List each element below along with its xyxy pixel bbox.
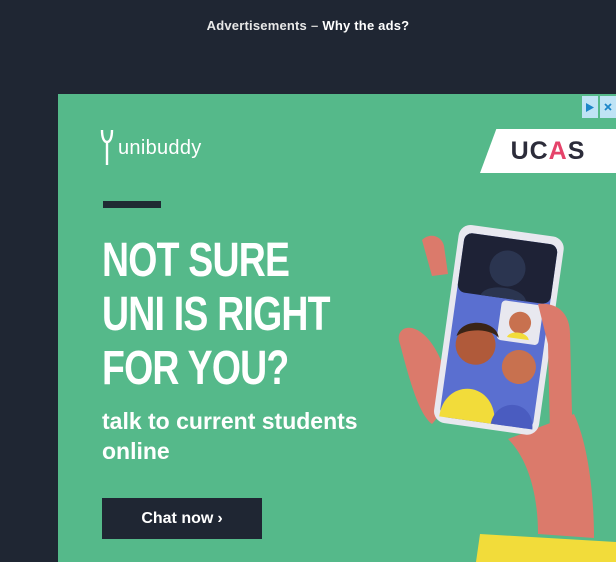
hand-holding-phone-illustration bbox=[398, 225, 616, 562]
why-the-ads-link[interactable]: Why the ads? bbox=[322, 18, 409, 33]
tuning-fork-icon bbox=[100, 129, 114, 165]
chevron-right-icon: › bbox=[217, 509, 223, 527]
separator: – bbox=[310, 18, 319, 33]
headline-line-3: FOR YOU? bbox=[102, 342, 289, 395]
finger-shape bbox=[422, 235, 448, 276]
play-triangle-icon[interactable] bbox=[582, 96, 598, 118]
headline: NOT SURE UNI IS RIGHT FOR YOU? bbox=[102, 234, 336, 396]
headline-line-2: UNI IS RIGHT bbox=[102, 288, 331, 341]
ad-banner[interactable]: unibuddy UC A S NOT SURE UNI IS RIGHT FOR … bbox=[58, 94, 616, 562]
ucas-logo: UC A S bbox=[480, 129, 616, 173]
brand-name: unibuddy bbox=[118, 136, 202, 159]
ucas-text-accent: A bbox=[548, 136, 568, 165]
close-x-icon[interactable] bbox=[600, 96, 616, 118]
ad-page: Advertisements – Why the ads? unibuddy UC A… bbox=[0, 0, 616, 562]
sleeve-shape bbox=[476, 534, 616, 562]
subline: talk to current students online bbox=[102, 408, 358, 464]
ucas-text-start: UC bbox=[510, 136, 549, 165]
ad-label-row: Advertisements – Why the ads? bbox=[0, 18, 616, 33]
divider-bar bbox=[103, 201, 161, 208]
headline-line-1: NOT SURE bbox=[102, 234, 290, 287]
chat-now-button[interactable]: Chat now › bbox=[102, 498, 262, 539]
ucas-text-end: S bbox=[567, 136, 586, 165]
brand-logo: unibuddy bbox=[100, 128, 202, 168]
adchoices[interactable] bbox=[582, 96, 616, 118]
advertisement-label: Advertisements bbox=[206, 18, 307, 33]
chat-now-label: Chat now bbox=[141, 509, 214, 527]
